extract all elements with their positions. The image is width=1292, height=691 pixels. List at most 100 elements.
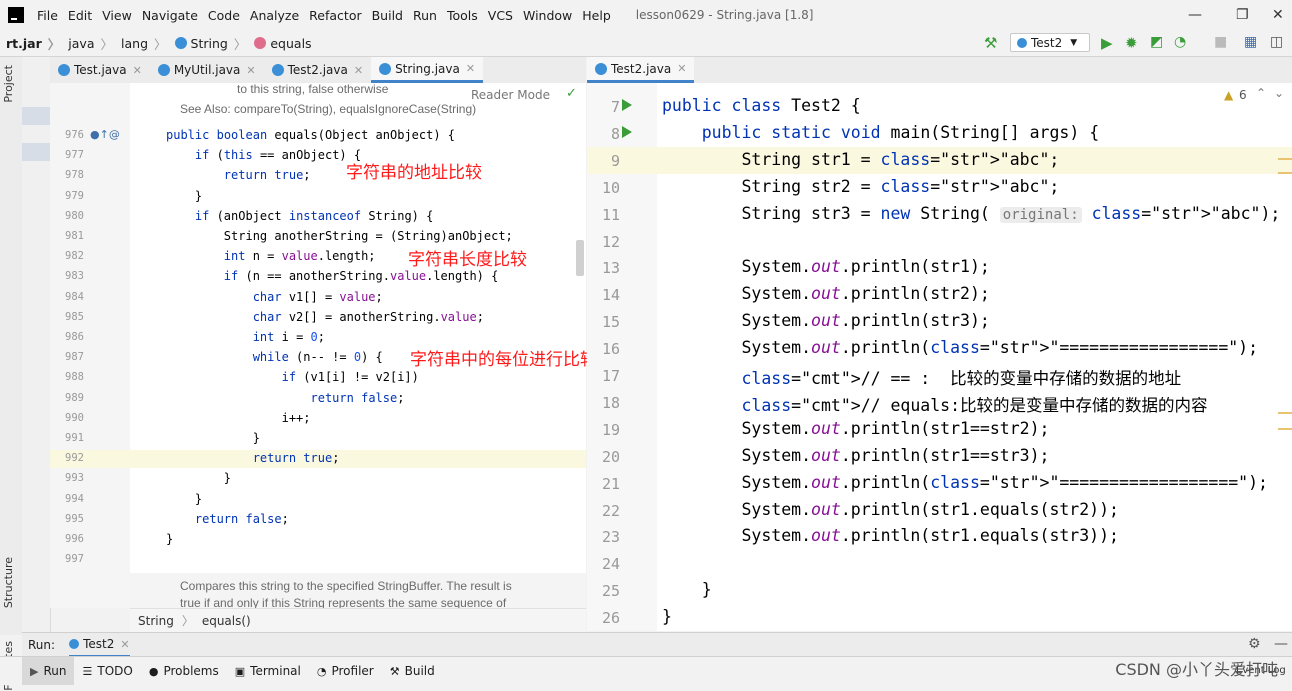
todo-tool-button[interactable]: ☰ TODO	[74, 657, 140, 685]
breadcrumb-java[interactable]: java 〉	[62, 34, 115, 53]
breadcrumb-rt-jar[interactable]: rt.jar 〉	[0, 34, 62, 53]
code-line[interactable]: char v1[] = value;	[166, 290, 383, 304]
code-line[interactable]: System.out.println(str1==str2);	[662, 419, 1049, 438]
menu-refactor[interactable]: Refactor	[304, 8, 366, 23]
structure-tool-tab[interactable]: Structure	[2, 557, 15, 608]
code-line[interactable]: if (n == anotherString.value.length) {	[166, 269, 499, 283]
coverage-icon[interactable]: ◩	[1150, 34, 1163, 50]
problems-tool-button[interactable]: ● Problems	[141, 657, 227, 685]
code-line[interactable]: class="cmt">// equals:比较的是变量中存储的数据的内容	[662, 392, 1207, 416]
code-line[interactable]: String str3 = new String( original: clas…	[662, 204, 1280, 223]
code-line[interactable]: if (anObject instanceof String) {	[166, 209, 433, 223]
code-line[interactable]: }	[166, 189, 202, 203]
code-line[interactable]: int i = 0;	[166, 330, 325, 344]
breadcrumb-equals[interactable]: equals	[248, 36, 313, 51]
code-line[interactable]: }	[662, 607, 672, 626]
code-line[interactable]: System.out.println(class="str">"========…	[662, 473, 1268, 492]
run-icon[interactable]: ▶	[1101, 34, 1113, 52]
close-tab-icon[interactable]: ✕	[133, 64, 142, 77]
menu-view[interactable]: View	[97, 8, 137, 23]
tab-string-java[interactable]: String.java ✕	[371, 57, 484, 83]
code-line[interactable]: String str1 = class="str">"abc";	[662, 150, 1059, 169]
code-line[interactable]: i++;	[166, 411, 311, 425]
code-line[interactable]: class="cmt">// == : 比较的变量中存储的数据的地址	[662, 365, 1181, 389]
minimize-icon[interactable]: —	[1188, 7, 1202, 23]
code-line[interactable]: System.out.println(class="str">"========…	[662, 338, 1258, 357]
close-tab-icon[interactable]: ✕	[677, 62, 686, 75]
code-line[interactable]: if (v1[i] != v2[i])	[166, 370, 419, 384]
error-stripe-mark[interactable]	[1278, 172, 1292, 174]
tab-myutil-java[interactable]: MyUtil.java ✕	[150, 57, 264, 83]
code-line[interactable]: }	[166, 532, 173, 546]
code-line[interactable]: }	[166, 431, 260, 445]
menu-code[interactable]: Code	[203, 8, 245, 23]
menu-build[interactable]: Build	[367, 8, 408, 23]
code-line[interactable]: String str2 = class="str">"abc";	[662, 177, 1059, 196]
menu-run[interactable]: Run	[408, 8, 442, 23]
code-line[interactable]: if (this == anObject) {	[166, 148, 361, 162]
project-tool-tab[interactable]: Project	[2, 65, 15, 103]
run-tool-button[interactable]: ▶ Run	[22, 657, 75, 685]
menu-edit[interactable]: Edit	[63, 8, 97, 23]
close-tab-icon[interactable]: ✕	[246, 64, 255, 77]
code-line[interactable]: public boolean equals(Object anObject) {	[166, 128, 455, 142]
tab-test2-java[interactable]: Test2.java ✕	[264, 57, 371, 83]
code-line[interactable]: int n = value.length;	[166, 249, 376, 263]
breadcrumb-string[interactable]: String 〉	[169, 34, 249, 53]
terminal-tool-button[interactable]: ▣ Terminal	[227, 657, 309, 685]
code-line[interactable]: public static void main(String[] args) {	[662, 123, 1099, 142]
reader-mode-toggle[interactable]: Reader Mode	[471, 88, 550, 102]
menu-analyze[interactable]: Analyze	[245, 8, 304, 23]
error-stripe-mark[interactable]	[1278, 158, 1292, 160]
code-line[interactable]: }	[166, 492, 202, 506]
warning-icon[interactable]: ▲	[1224, 88, 1233, 102]
code-line[interactable]: return false;	[166, 512, 289, 526]
code-line[interactable]: char v2[] = anotherString.value;	[166, 310, 484, 324]
run-class-icon[interactable]	[622, 99, 632, 111]
project-structure-icon[interactable]: ▦	[1244, 34, 1257, 50]
error-stripe-mark[interactable]	[1278, 412, 1292, 414]
code-line[interactable]: while (n-- != 0) {	[166, 350, 383, 364]
code-line[interactable]: return true;	[166, 451, 340, 465]
code-line[interactable]: System.out.println(str3);	[662, 311, 989, 330]
code-line[interactable]: }	[662, 580, 712, 599]
close-tab-icon[interactable]: ✕	[354, 64, 363, 77]
close-tab-icon[interactable]: ✕	[466, 62, 475, 75]
close-icon[interactable]: ✕	[1272, 7, 1284, 23]
profile-icon[interactable]: ◔	[1174, 34, 1186, 50]
close-tab-icon[interactable]: ✕	[120, 638, 129, 651]
code-line[interactable]: return true;	[166, 168, 311, 182]
code-line[interactable]: String anotherString = (String)anObject;	[166, 229, 513, 243]
stop-icon[interactable]: ■	[1214, 34, 1227, 50]
tab-test2-java-right[interactable]: Test2.java ✕	[587, 57, 695, 83]
run-config-dropdown[interactable]: Test2 ▼	[1010, 33, 1090, 52]
maximize-icon[interactable]: ❐	[1236, 7, 1249, 23]
code-line[interactable]: }	[166, 471, 231, 485]
prev-highlight-icon[interactable]: ⌃	[1256, 86, 1266, 100]
debug-icon[interactable]: ✹	[1125, 34, 1138, 52]
profiler-tool-button[interactable]: ◔ Profiler	[309, 657, 382, 685]
run-main-icon[interactable]	[622, 126, 632, 138]
build-hammer-icon[interactable]: ⚒	[984, 34, 997, 52]
scrollbar-thumb[interactable]	[576, 240, 584, 276]
code-line[interactable]: return false;	[166, 391, 405, 405]
run-tab-test2[interactable]: Test2 ✕	[69, 633, 130, 657]
layout-icon[interactable]: ◫	[1270, 34, 1283, 50]
menu-navigate[interactable]: Navigate	[137, 8, 203, 23]
project-selected-row-2[interactable]	[22, 143, 50, 161]
hide-panel-icon[interactable]: —	[1274, 636, 1288, 652]
code-line[interactable]: System.out.println(str1);	[662, 257, 989, 276]
code-line[interactable]: System.out.println(str1==str3);	[662, 446, 1049, 465]
menu-vcs[interactable]: VCS	[483, 8, 518, 23]
code-line[interactable]: System.out.println(str1.equals(str2));	[662, 500, 1119, 519]
menu-file[interactable]: File	[32, 8, 63, 23]
breadcrumb-lang[interactable]: lang 〉	[115, 34, 169, 53]
settings-gear-icon[interactable]: ⚙	[1248, 636, 1261, 652]
override-marker-icon[interactable]: ●↑@	[90, 128, 120, 141]
code-line[interactable]: public class Test2 {	[662, 96, 861, 115]
breadcrumb-method[interactable]: equals()	[202, 614, 251, 628]
next-highlight-icon[interactable]: ⌄	[1274, 86, 1284, 100]
menu-window[interactable]: Window	[518, 8, 577, 23]
tab-test-java[interactable]: Test.java ✕	[50, 57, 150, 83]
error-stripe-mark[interactable]	[1278, 428, 1292, 430]
